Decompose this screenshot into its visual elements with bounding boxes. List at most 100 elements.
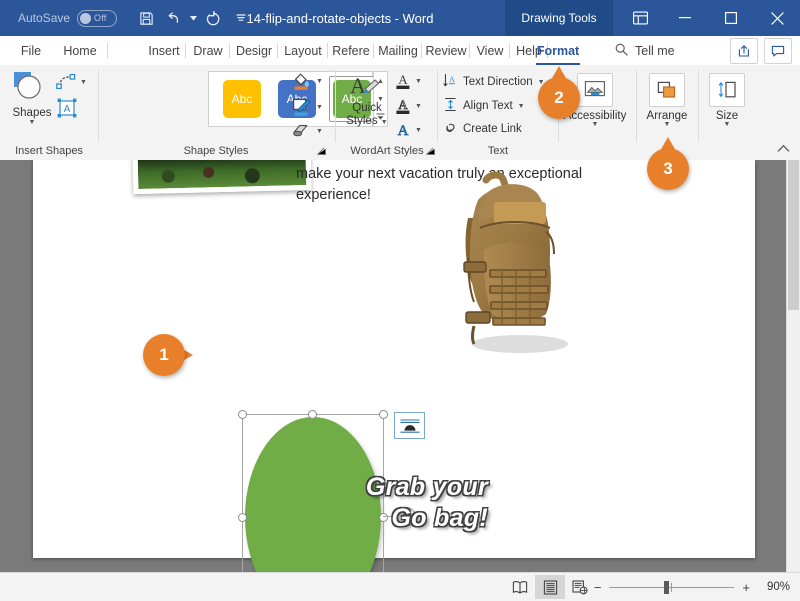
handle-top-center[interactable]: [308, 410, 317, 419]
share-icon[interactable]: [730, 38, 758, 64]
ribbon: Shapes ▼ ▼ A Insert Shapes Abc Abc ▲ ▼ ▼…: [0, 65, 800, 161]
autosave-toggle[interactable]: Off: [77, 9, 118, 27]
svg-text:A: A: [398, 123, 409, 139]
align-text-button[interactable]: Align Text ▼: [443, 97, 525, 115]
shapes-dropdown-caret[interactable]: ▼: [29, 119, 36, 126]
document-page[interactable]: make your next vacation truly an excepti…: [33, 160, 755, 572]
edit-shape-button[interactable]: ▼: [56, 73, 87, 91]
text-outline-button[interactable]: A ▼: [395, 96, 422, 116]
read-mode-icon[interactable]: [505, 575, 535, 599]
minimize-icon[interactable]: [662, 0, 708, 36]
shapes-icon: [10, 70, 54, 105]
zoom-level-label[interactable]: 90%: [758, 581, 790, 593]
accessibility-caret[interactable]: ▼: [592, 121, 599, 128]
tab-home[interactable]: Home: [52, 36, 108, 65]
tab-design[interactable]: Desigr: [230, 36, 278, 65]
backpack-image[interactable]: [458, 166, 633, 366]
handle-top-right[interactable]: [379, 410, 388, 419]
shape-fill-button[interactable]: ▼: [292, 71, 323, 91]
shape-effects-caret[interactable]: ▼: [316, 128, 323, 135]
vacation-photo-image: [137, 160, 307, 190]
group-label-shape-styles: Shape Styles: [183, 145, 249, 157]
group-separator-1: [98, 70, 99, 142]
tab-references[interactable]: Refere: [328, 36, 374, 65]
callout-marker-1: 1: [143, 334, 193, 376]
shape-outline-button[interactable]: ▼: [292, 97, 323, 117]
tab-draw[interactable]: Draw: [186, 36, 230, 65]
wordart-quick-styles-button[interactable]: A Quick Styles ▼: [341, 71, 393, 129]
svg-text:A: A: [398, 72, 408, 87]
layout-options-icon[interactable]: [394, 412, 425, 439]
group-separator-3: [437, 70, 438, 142]
zoom-slider[interactable]: [609, 580, 735, 594]
align-text-icon: [443, 97, 458, 115]
edit-shape-caret[interactable]: ▼: [80, 79, 87, 86]
wordart-quick-styles-icon: A: [348, 71, 386, 102]
text-outline-caret[interactable]: ▼: [415, 103, 422, 110]
wordart-quick-styles-caret[interactable]: ▼: [381, 119, 388, 126]
window-controls: [618, 0, 800, 36]
autosave-control[interactable]: AutoSave Off: [18, 9, 118, 27]
text-effects-button[interactable]: A ▼: [395, 121, 422, 139]
text-effects-caret[interactable]: ▼: [415, 127, 422, 134]
handle-top-left[interactable]: [238, 410, 247, 419]
svg-text:A: A: [449, 75, 455, 84]
create-link-button[interactable]: Create Link: [443, 121, 522, 137]
print-layout-icon[interactable]: [535, 575, 565, 599]
close-icon[interactable]: [754, 0, 800, 36]
text-direction-button[interactable]: A Text Direction ▼: [443, 73, 545, 91]
shapes-button[interactable]: Shapes ▼: [8, 70, 56, 136]
shape-styles-dialog-launcher[interactable]: [317, 146, 326, 157]
group-shape-styles: Abc Abc Abc ▲ ▼: [100, 65, 388, 160]
customize-quick-access-toolbar-icon[interactable]: [228, 5, 254, 31]
vacation-photo[interactable]: [132, 160, 312, 195]
shape-outline-caret[interactable]: ▼: [316, 104, 323, 111]
draw-text-box-button[interactable]: A: [56, 98, 78, 118]
tab-view[interactable]: View: [470, 36, 510, 65]
tell-me-search[interactable]: Tell me: [615, 36, 675, 65]
arrange-caret[interactable]: ▼: [664, 121, 671, 128]
shape-style-swatch-1[interactable]: Abc: [219, 76, 265, 122]
vertical-scrollbar[interactable]: [786, 160, 800, 572]
wordart-line-1: Grab your: [365, 473, 488, 501]
wordart-styles-dialog-launcher[interactable]: [426, 146, 435, 157]
tab-layout[interactable]: Layout: [278, 36, 328, 65]
zoom-slider-thumb[interactable]: [664, 580, 670, 594]
text-fill-button[interactable]: A ▼: [395, 71, 422, 91]
ribbon-display-options-icon[interactable]: [618, 0, 662, 36]
size-icon: [709, 73, 745, 107]
tab-insert[interactable]: Insert: [142, 36, 186, 65]
redo-icon[interactable]: [200, 5, 226, 31]
contextual-tab-label: Drawing Tools: [505, 0, 613, 36]
undo-dropdown-caret[interactable]: [189, 5, 198, 31]
tab-format[interactable]: Format: [530, 36, 586, 65]
quick-access-toolbar: [133, 5, 254, 31]
zoom-out-button[interactable]: −: [594, 580, 602, 595]
tab-file[interactable]: File: [10, 36, 52, 65]
text-fill-caret[interactable]: ▼: [415, 78, 422, 85]
comment-icon[interactable]: [764, 38, 792, 64]
undo-icon[interactable]: [161, 5, 187, 31]
wordart-text[interactable]: Grab your Go bag!: [343, 472, 488, 533]
create-link-label: Create Link: [463, 123, 522, 135]
handle-middle-left[interactable]: [238, 513, 247, 522]
shape-effects-button[interactable]: ▼: [292, 123, 323, 139]
zoom-slider-tick: [671, 582, 673, 592]
svg-text:A: A: [64, 104, 71, 115]
size-button[interactable]: Size ▼: [698, 73, 756, 128]
align-text-caret[interactable]: ▼: [518, 103, 525, 110]
zoom-controls: − + 90%: [594, 573, 790, 601]
size-caret[interactable]: ▼: [724, 121, 731, 128]
accessibility-icon: [577, 73, 613, 107]
maximize-icon[interactable]: [708, 0, 754, 36]
zoom-in-button[interactable]: +: [742, 580, 750, 595]
vertical-scrollbar-thumb[interactable]: [788, 160, 799, 310]
shape-fill-caret[interactable]: ▼: [316, 78, 323, 85]
tab-review[interactable]: Review: [422, 36, 470, 65]
collapse-ribbon-icon[interactable]: [777, 144, 790, 156]
web-layout-icon[interactable]: [565, 575, 595, 599]
view-mode-buttons: [505, 573, 595, 601]
arrange-button[interactable]: Arrange ▼: [638, 73, 696, 128]
save-icon[interactable]: [133, 5, 159, 31]
tab-mailings[interactable]: Mailing: [374, 36, 422, 65]
